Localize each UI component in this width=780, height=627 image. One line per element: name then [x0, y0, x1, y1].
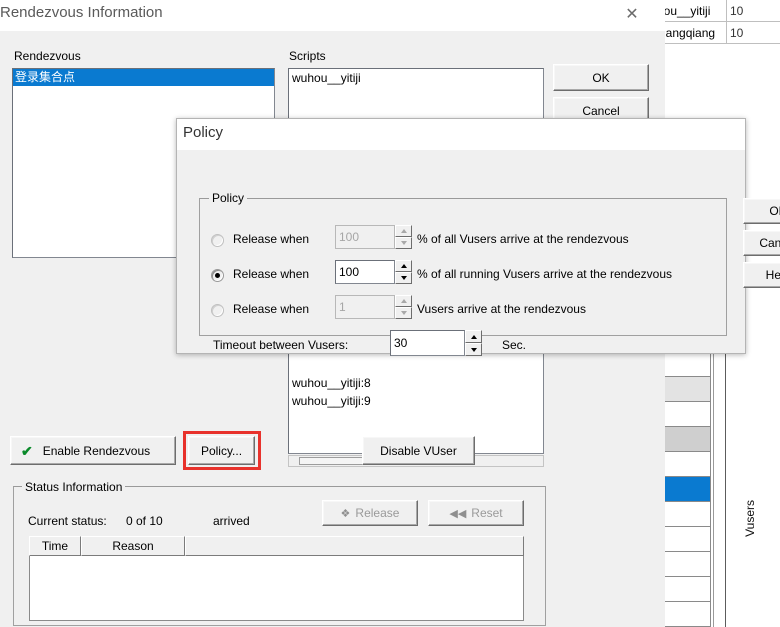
spinner-1[interactable]: 100: [335, 225, 412, 249]
spinner-2[interactable]: 100: [335, 260, 412, 284]
reset-button-label: Reset: [471, 506, 503, 520]
grid-row[interactable]: [660, 502, 711, 527]
spinner-1-value[interactable]: 100: [335, 225, 395, 249]
policy-cancel-button[interactable]: Cancel: [743, 230, 780, 256]
release-button-label: Release: [355, 506, 400, 520]
spinner-3-value[interactable]: 1: [335, 295, 395, 319]
background-vuser-grid: [660, 352, 711, 627]
status-table-body: [29, 556, 524, 621]
current-status-count: 0 of 10: [126, 514, 163, 528]
radio-release-pct-running-vusers[interactable]: [211, 269, 224, 282]
policy-help-button[interactable]: Help: [743, 262, 780, 288]
disable-vuser-button[interactable]: Disable VUser: [362, 436, 475, 465]
list-item[interactable]: wuhou__yitiji: [289, 69, 543, 87]
column-header-reason[interactable]: Reason: [81, 536, 185, 556]
current-status-label: Current status:: [28, 514, 107, 528]
grid-row[interactable]: [660, 577, 711, 602]
policy-dialog-title: Policy: [183, 124, 224, 141]
spinner-2-up-icon[interactable]: [395, 260, 412, 272]
list-item[interactable]: wuhou__yitiji:8: [289, 374, 543, 392]
column-header-time[interactable]: Time: [29, 536, 81, 556]
policy-button[interactable]: Policy...: [188, 436, 255, 465]
ok-button[interactable]: OK: [553, 64, 649, 91]
table-row[interactable]: hou__yitiji 10: [655, 0, 780, 22]
spinner-1-up-icon[interactable]: [395, 225, 412, 237]
radio-suffix-1: % of all Vusers arrive at the rendezvous: [417, 232, 629, 246]
radio-label-2: Release when: [233, 267, 310, 281]
timeout-unit-label: Sec.: [502, 338, 527, 352]
column-header-extra[interactable]: [185, 536, 524, 556]
list-item[interactable]: wuhou__yitiji:9: [289, 392, 543, 410]
grid-row[interactable]: [660, 452, 711, 477]
reset-button[interactable]: ◀◀ Reset: [428, 500, 524, 526]
table-row[interactable]: xiangqiang 10: [655, 22, 780, 44]
release-icon: ❖: [340, 507, 351, 520]
grid-divider: [713, 352, 714, 627]
grid-row-selected[interactable]: [660, 477, 711, 502]
enable-rendezvous-button[interactable]: ✔ Enable Rendezvous: [10, 436, 176, 465]
timeout-spinner-buttons[interactable]: [465, 330, 482, 356]
radio-label-3: Release when: [233, 302, 310, 316]
spinner-3-up-icon[interactable]: [395, 295, 412, 307]
panel-divider: [725, 352, 726, 627]
timeout-label: Timeout between Vusers:: [213, 338, 349, 352]
check-icon: ✔: [21, 442, 33, 459]
table-cell-number: 10: [730, 25, 744, 40]
spinner-1-down-icon[interactable]: [395, 237, 412, 249]
screenshot-root: hou__yitiji 10 xiangqiang 10 Vusers Rend…: [0, 0, 780, 627]
window-titlebar: Rendezvous Information ✕: [0, 0, 665, 31]
timeout-spinner[interactable]: 30: [390, 330, 482, 356]
scripts-label: Scripts: [289, 49, 326, 63]
table-cell-name: xiangqiang: [655, 22, 727, 43]
status-table-header: Time Reason: [29, 536, 524, 556]
grid-row[interactable]: [660, 602, 711, 627]
rewind-icon: ◀◀: [449, 507, 467, 520]
vusers-vertical-label: Vusers: [743, 500, 757, 537]
radio-label-1: Release when: [233, 232, 310, 246]
spinner-1-buttons[interactable]: [395, 225, 412, 249]
enable-rendezvous-label: Enable Rendezvous: [42, 443, 151, 458]
spinner-2-value[interactable]: 100: [335, 260, 395, 284]
policy-ok-button[interactable]: OK: [743, 198, 780, 224]
spinner-2-down-icon[interactable]: [395, 272, 412, 284]
policy-group-title: Policy: [209, 191, 248, 205]
spinner-3-down-icon[interactable]: [395, 307, 412, 319]
scripts-listbox[interactable]: wuhou__yitiji: [288, 68, 544, 120]
rendezvous-label: Rendezvous: [14, 49, 81, 63]
radio-release-pct-all-vusers[interactable]: [211, 234, 224, 247]
status-information-title: Status Information: [22, 480, 126, 494]
timeout-up-icon[interactable]: [465, 330, 482, 343]
table-cell-number: 10: [730, 3, 744, 18]
close-icon[interactable]: ✕: [617, 4, 647, 26]
list-item[interactable]: 登录集合点: [13, 69, 274, 86]
policy-dialog-body: Policy Release when 100 % of all Vusers …: [177, 150, 780, 356]
radio-release-count-vusers[interactable]: [211, 304, 224, 317]
current-status-arrived: arrived: [213, 514, 250, 528]
background-table: hou__yitiji 10 xiangqiang 10: [655, 0, 780, 44]
timeout-down-icon[interactable]: [465, 343, 482, 356]
spinner-3-buttons[interactable]: [395, 295, 412, 319]
spinner-3[interactable]: 1: [335, 295, 412, 319]
spinner-2-buttons[interactable]: [395, 260, 412, 284]
timeout-value[interactable]: 30: [390, 330, 465, 356]
grid-row[interactable]: [660, 527, 711, 552]
grid-row[interactable]: [660, 427, 711, 452]
table-cell-name: hou__yitiji: [655, 0, 727, 21]
window-title: Rendezvous Information: [0, 4, 163, 21]
radio-suffix-3: Vusers arrive at the rendezvous: [417, 302, 586, 316]
radio-selected-dot: [215, 273, 220, 278]
grid-row[interactable]: [660, 377, 711, 402]
grid-row[interactable]: [660, 352, 711, 377]
radio-suffix-2: % of all running Vusers arrive at the re…: [417, 267, 673, 281]
grid-row[interactable]: [660, 402, 711, 427]
policy-dialog: Policy Policy Release when 100 % of all …: [176, 118, 780, 356]
policy-dialog-titlebar: Policy: [177, 119, 745, 150]
release-button[interactable]: ❖ Release: [322, 500, 418, 526]
grid-row[interactable]: [660, 552, 711, 577]
